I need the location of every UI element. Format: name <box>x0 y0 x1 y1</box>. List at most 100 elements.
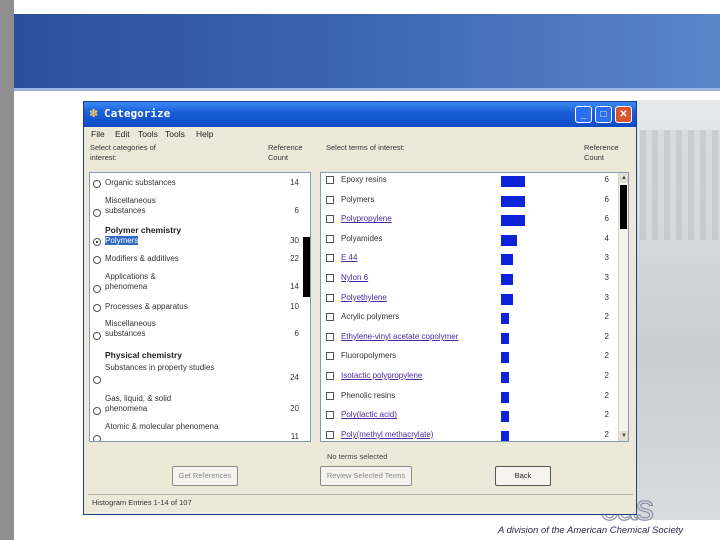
histogram-bar <box>501 254 513 266</box>
category-count: 24 <box>290 373 299 382</box>
term-checkbox[interactable] <box>326 430 334 439</box>
term-count: 3 <box>604 273 609 282</box>
radio-button[interactable] <box>93 332 101 340</box>
close-button[interactable]: ✕ <box>615 106 632 123</box>
term-row[interactable]: Isotactic polypropylene 2 <box>321 369 621 388</box>
slide-top-band <box>14 0 720 14</box>
term-label: Acrylic polymers <box>341 312 400 322</box>
term-count: 6 <box>604 194 609 204</box>
term-checkbox[interactable] <box>326 234 334 243</box>
radio-button[interactable] <box>93 209 101 217</box>
maximize-button[interactable]: □ <box>595 106 612 123</box>
radio-button-selected[interactable] <box>93 238 101 246</box>
term-label: Polyamides <box>341 233 383 243</box>
radio-button[interactable] <box>93 407 101 415</box>
categorize-window: ✽ Categorize _ □ ✕ File Edit Tools Tools… <box>83 101 637 515</box>
radio-button[interactable] <box>93 435 101 441</box>
histogram-bar <box>501 352 509 364</box>
term-checkbox[interactable] <box>326 352 334 361</box>
category-label: Substances in property studies <box>105 363 215 372</box>
histogram-bar <box>501 391 509 403</box>
term-checkbox[interactable] <box>326 293 334 302</box>
term-row[interactable]: Ethylene-vinyl acetate copolymer 2 <box>321 330 621 349</box>
scroll-down-icon[interactable]: ▼ <box>619 431 628 441</box>
radio-button[interactable] <box>93 304 101 312</box>
term-row[interactable]: Polyethylene 3 <box>321 291 621 310</box>
radio-button[interactable] <box>93 180 101 188</box>
term-checkbox[interactable] <box>326 313 334 322</box>
histogram-bar <box>501 234 517 246</box>
term-row[interactable]: Acrylic polymers 2 <box>321 310 621 329</box>
term-count: 2 <box>604 390 609 400</box>
footer-tagline: A division of the American Chemical Soci… <box>498 525 684 536</box>
category-label: Processes & apparatus <box>105 302 188 311</box>
title-bar[interactable]: ✽ Categorize _ □ ✕ <box>84 102 636 127</box>
get-references-button[interactable]: Get References <box>172 466 238 486</box>
selection-status: No terms selected <box>327 452 388 461</box>
category-count: 20 <box>290 404 299 413</box>
term-label[interactable]: Poly(lactic acid) <box>341 410 397 419</box>
term-row[interactable]: Polymers 6 <box>321 193 621 212</box>
histogram-entries: Histogram Entries 1-14 of 107 <box>92 498 192 507</box>
term-row[interactable]: Poly(lactic acid) 2 <box>321 408 621 427</box>
term-checkbox[interactable] <box>326 215 334 224</box>
term-row[interactable]: E 44 3 <box>321 251 621 270</box>
scrollbar-thumb[interactable] <box>620 185 627 229</box>
term-row[interactable]: Fluoropolymers 2 <box>321 349 621 368</box>
category-count: 14 <box>290 282 299 291</box>
category-list[interactable]: Organic substances 14 Miscellaneous subs… <box>89 172 311 442</box>
term-label[interactable]: Polypropylene <box>341 214 392 223</box>
group-heading: Physical chemistry <box>105 350 183 360</box>
term-checkbox[interactable] <box>326 274 334 282</box>
category-count: 14 <box>290 178 299 187</box>
category-count: 30 <box>290 236 299 245</box>
term-checkbox[interactable] <box>326 411 334 420</box>
term-checkbox[interactable] <box>326 254 334 263</box>
histogram-bar <box>501 332 509 344</box>
term-count: 2 <box>604 429 609 439</box>
menu-edit[interactable]: Edit <box>115 129 130 139</box>
radio-button[interactable] <box>93 376 101 384</box>
radio-button[interactable] <box>93 256 101 264</box>
menu-help[interactable]: Help <box>196 129 213 139</box>
menu-tools-2[interactable]: Tools <box>165 129 185 139</box>
category-label-selected: Polymers <box>105 236 139 245</box>
term-label[interactable]: Poly(methyl methacrylate) <box>341 430 433 439</box>
flask-icon: ✽ <box>89 108 99 120</box>
term-list[interactable]: Epoxy resins 6 Polymers 6 Polypropylene 6 Poly… <box>320 172 629 442</box>
left-scrollbar-thumb[interactable] <box>303 237 310 297</box>
term-label: Phenolic resins <box>341 390 396 400</box>
term-label[interactable]: Nylon 6 <box>341 273 368 282</box>
term-row[interactable]: Epoxy resins 6 <box>321 173 621 192</box>
category-count: 11 <box>290 432 299 441</box>
term-row[interactable]: Phenolic resins 2 <box>321 389 621 408</box>
term-row[interactable]: Nylon 6 3 <box>321 271 621 290</box>
category-count: 6 <box>294 206 299 215</box>
minimize-button[interactable]: _ <box>575 106 592 123</box>
category-count: 6 <box>294 329 299 338</box>
term-label: Epoxy resins <box>341 175 387 184</box>
term-checkbox[interactable] <box>326 372 334 380</box>
back-button[interactable]: Back <box>495 466 551 486</box>
term-checkbox[interactable] <box>326 195 334 204</box>
term-label[interactable]: Ethylene-vinyl acetate copolymer <box>341 332 458 341</box>
menu-file[interactable]: File <box>91 129 105 139</box>
window-title: Categorize <box>104 107 171 120</box>
term-checkbox[interactable] <box>326 391 334 400</box>
right-scrollbar[interactable]: ▲ ▼ <box>618 173 628 441</box>
term-checkbox[interactable] <box>326 332 334 341</box>
term-checkbox[interactable] <box>326 176 334 184</box>
menu-tools-1[interactable]: Tools <box>138 129 158 139</box>
term-label[interactable]: Polyethylene <box>341 293 387 302</box>
term-label[interactable]: E 44 <box>341 253 357 262</box>
review-selected-terms-button[interactable]: Review Selected Terms <box>320 466 412 486</box>
slide-banner <box>14 14 720 88</box>
term-row[interactable]: Polypropylene 6 <box>321 212 621 231</box>
term-count: 3 <box>604 292 609 302</box>
scroll-up-icon[interactable]: ▲ <box>619 173 628 183</box>
term-row[interactable]: Polyamides 4 <box>321 232 621 251</box>
term-row[interactable]: Poly(methyl methacrylate) 2 <box>321 428 621 441</box>
term-count: 3 <box>604 253 609 263</box>
radio-button[interactable] <box>93 285 101 293</box>
term-label[interactable]: Isotactic polypropylene <box>341 371 422 380</box>
